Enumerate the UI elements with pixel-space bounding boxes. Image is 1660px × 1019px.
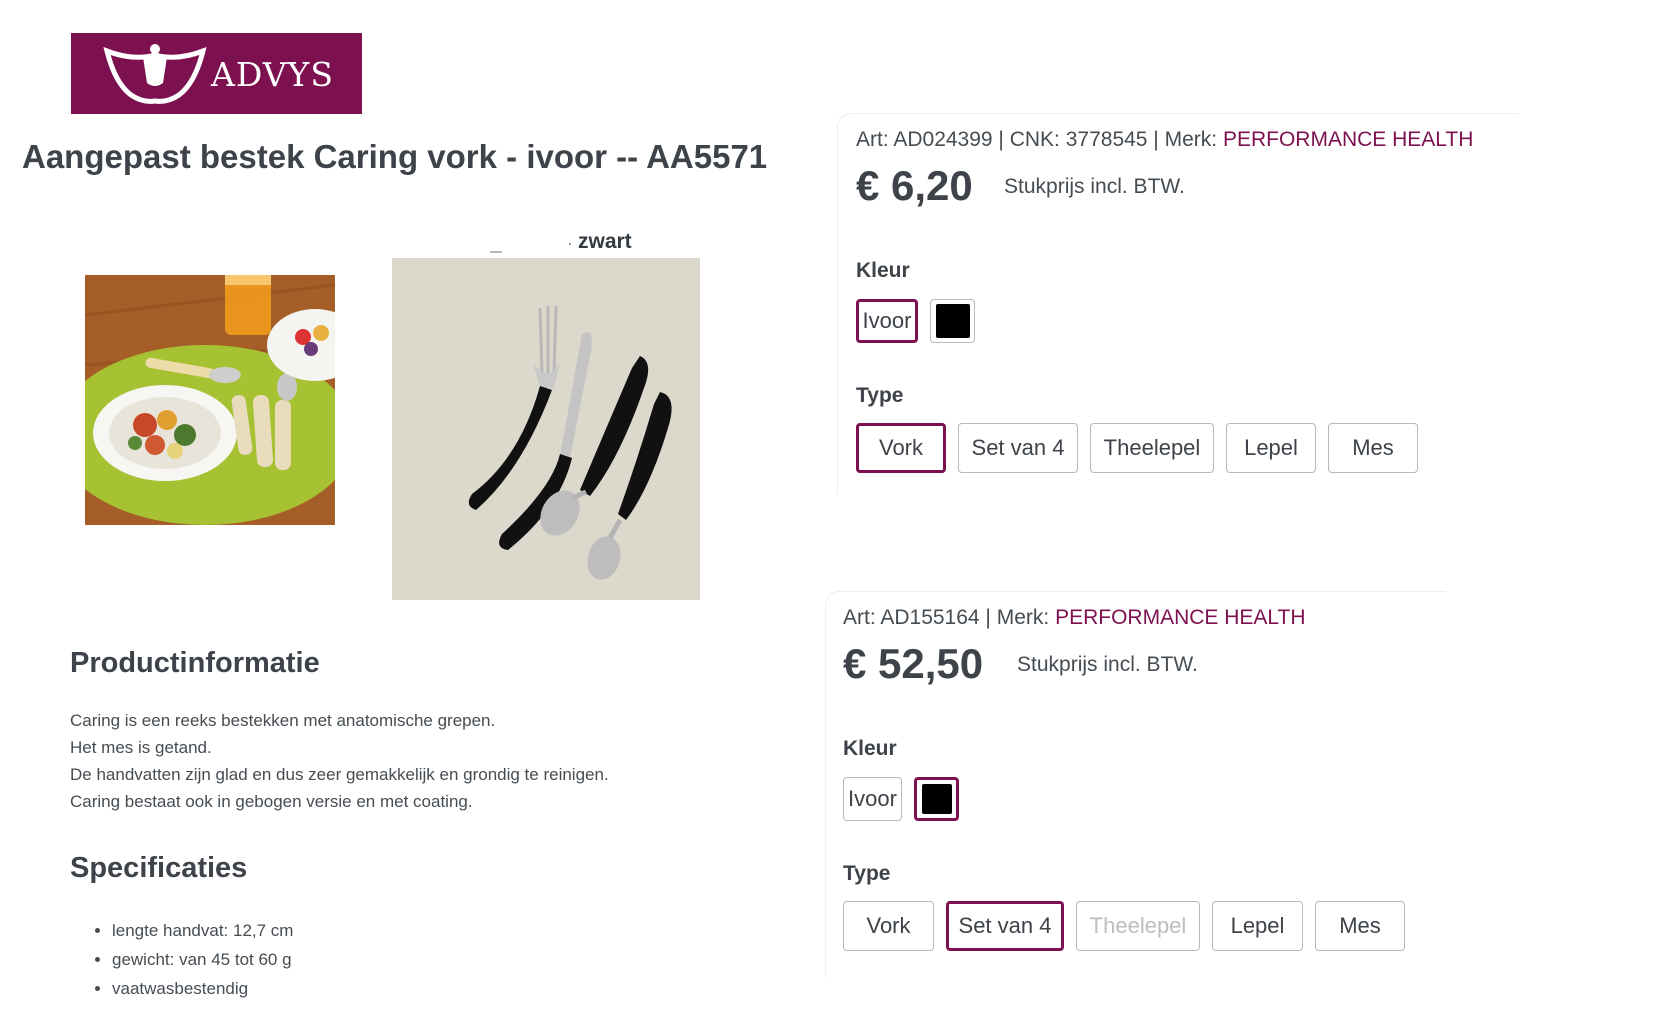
article-numbers: Art: AD024399 | CNK: 3778545 | Merk: [856, 128, 1218, 151]
productinfo-heading: Productinformatie [70, 647, 320, 679]
info-line: De handvatten zijn glad en dus zeer gema… [70, 765, 609, 784]
color-option-ivoor[interactable]: Ivoor [856, 299, 918, 343]
brand-link[interactable]: PERFORMANCE HEALTH [1055, 606, 1305, 629]
variant1-type-label: Type [856, 384, 904, 407]
type-option-mes[interactable]: Mes [1328, 423, 1418, 473]
info-line: Caring is een reeks bestekken met anatom… [70, 711, 496, 730]
info-line: Caring bestaat ook in gebogen versie en … [70, 792, 473, 811]
product-photo-table-setting[interactable] [85, 275, 335, 525]
black-swatch-icon [921, 784, 952, 814]
color-option-ivoor[interactable]: Ivoor [843, 777, 902, 821]
variant1-color-label: Kleur [856, 259, 910, 282]
type-option-set-van-4[interactable]: Set van 4 [958, 423, 1078, 473]
table-setting-illustration [85, 275, 335, 525]
photo-caption: zwart [578, 230, 632, 253]
variant2-type-label: Type [843, 862, 891, 885]
type-option-vork[interactable]: Vork [843, 901, 934, 951]
logo-mark-icon [103, 44, 207, 104]
spec-item: vaatwasbestendig [112, 974, 293, 1003]
spec-item: gewicht: van 45 tot 60 g [112, 945, 293, 974]
specs-heading: Specificaties [70, 852, 248, 884]
type-option-set-van-4[interactable]: Set van 4 [946, 901, 1064, 951]
variant2-meta: Art: AD155164 | Merk: PERFORMANCE HEALTH [843, 606, 1306, 630]
black-swatch-icon [935, 304, 970, 338]
variant1-meta: Art: AD024399 | CNK: 3778545 | Merk: PER… [856, 128, 1473, 152]
article-numbers: Art: AD155164 | Merk: [843, 606, 1050, 629]
type-option-lepel[interactable]: Lepel [1212, 901, 1303, 951]
spec-item: lengte handvat: 12,7 cm [112, 916, 293, 945]
product-title: Aangepast bestek Caring vork - ivoor -- … [22, 138, 768, 175]
variant2-price: € 52,50 [843, 640, 984, 687]
cutlery-illustration [392, 258, 700, 600]
info-line: Het mes is getand. [70, 738, 212, 757]
product-photo-cutlery[interactable] [392, 258, 700, 600]
brand-logo[interactable]: ADVYS [71, 33, 362, 114]
type-option-theelepel[interactable]: Theelepel [1076, 901, 1200, 951]
type-option-vork[interactable]: Vork [856, 423, 946, 473]
logo-text: ADVYS [211, 55, 334, 94]
type-option-lepel[interactable]: Lepel [1226, 423, 1316, 473]
color-option-zwart[interactable] [914, 777, 959, 821]
caption-dot [569, 243, 571, 245]
color-option-zwart[interactable] [930, 299, 975, 343]
type-option-mes[interactable]: Mes [1315, 901, 1405, 951]
specs-list: lengte handvat: 12,7 cm gewicht: van 45 … [92, 916, 293, 1003]
brand-link[interactable]: PERFORMANCE HEALTH [1223, 128, 1473, 151]
variant1-unit-label: Stukprijs incl. BTW. [1004, 175, 1185, 198]
variant2-color-label: Kleur [843, 737, 897, 760]
variant2-unit-label: Stukprijs incl. BTW. [1017, 653, 1198, 676]
type-option-theelepel[interactable]: Theelepel [1090, 423, 1214, 473]
caption-mark [490, 251, 502, 253]
variant1-price: € 6,20 [856, 162, 973, 209]
